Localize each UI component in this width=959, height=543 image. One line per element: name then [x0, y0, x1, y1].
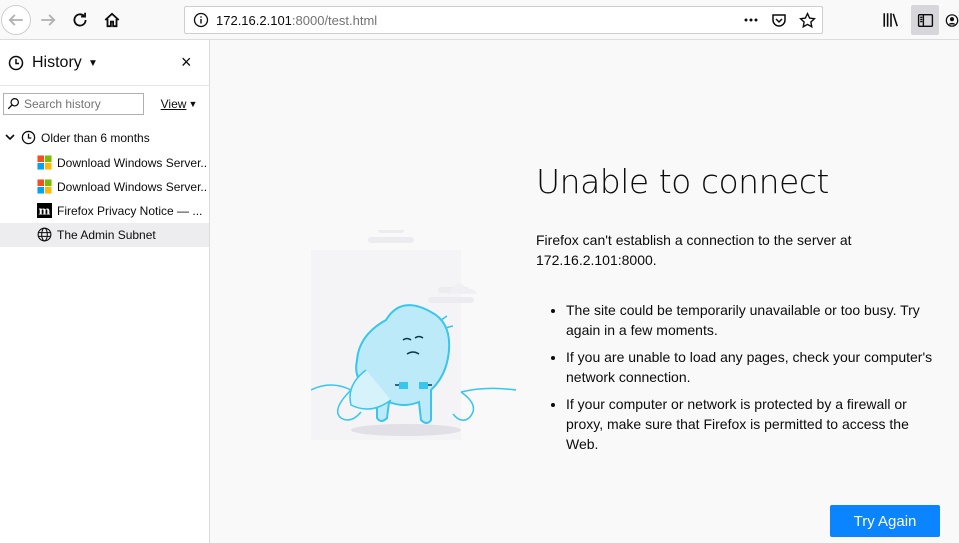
- history-item[interactable]: m Firefox Privacy Notice — ...: [0, 199, 209, 223]
- site-info-icon[interactable]: [193, 12, 209, 28]
- history-item-label: Download Windows Server...: [57, 156, 207, 170]
- history-item-label: The Admin Subnet: [57, 228, 156, 242]
- history-group[interactable]: Older than 6 months: [0, 127, 209, 149]
- history-item-label: Download Windows Server...: [57, 180, 207, 194]
- url-text[interactable]: 172.16.2.101:8000/test.html: [216, 13, 377, 28]
- mozilla-icon: m: [37, 203, 52, 218]
- reload-icon: [73, 12, 87, 27]
- bookmark-star-icon[interactable]: [798, 11, 816, 29]
- account-button[interactable]: [945, 5, 959, 35]
- url-host: 172.16.2.101: [216, 13, 292, 28]
- sidebar-title[interactable]: History: [32, 54, 82, 72]
- sidebar-toggle-button[interactable]: [911, 5, 939, 35]
- history-search-box[interactable]: [3, 93, 144, 115]
- arrow-right-icon: [41, 14, 56, 26]
- history-item[interactable]: The Admin Subnet: [0, 223, 209, 247]
- forward-button[interactable]: [33, 5, 63, 35]
- clock-icon: [8, 55, 24, 71]
- history-item[interactable]: Download Windows Server...: [0, 151, 209, 175]
- navigation-toolbar: 172.16.2.101:8000/test.html: [0, 0, 959, 40]
- reload-button[interactable]: [65, 5, 95, 35]
- svg-text:m: m: [39, 204, 51, 218]
- view-menu-button[interactable]: View ▼: [150, 93, 208, 115]
- chevron-down-icon[interactable]: [4, 131, 16, 143]
- try-again-button[interactable]: Try Again: [830, 505, 940, 537]
- search-icon: [7, 98, 19, 110]
- windows-icon: [37, 179, 52, 194]
- back-button[interactable]: [1, 5, 31, 35]
- chevron-down-icon[interactable]: ▼: [88, 58, 98, 69]
- account-icon: [945, 13, 959, 27]
- sidebar-close-button[interactable]: ×: [181, 52, 192, 73]
- page-actions-icon[interactable]: [742, 11, 760, 29]
- library-button[interactable]: [877, 5, 905, 35]
- globe-icon: [37, 227, 52, 242]
- library-icon: [883, 13, 898, 27]
- address-bar[interactable]: 172.16.2.101:8000/test.html: [184, 6, 823, 34]
- error-reason: If you are unable to load any pages, che…: [566, 347, 936, 387]
- error-page: Unable to connect Firefox can't establis…: [211, 40, 959, 543]
- arrow-left-icon: [8, 14, 23, 26]
- error-reason: The site could be temporarily unavailabl…: [566, 300, 936, 340]
- sidebar-icon: [917, 13, 933, 27]
- history-item[interactable]: Download Windows Server...: [0, 175, 209, 199]
- history-item-label: Firefox Privacy Notice — ...: [57, 204, 203, 218]
- error-description: Firefox can't establish a connection to …: [536, 232, 852, 268]
- pocket-icon[interactable]: [770, 11, 788, 29]
- home-icon: [104, 12, 120, 28]
- history-sidebar: History ▼ × View ▼ Older than 6 months D…: [0, 40, 210, 543]
- home-button[interactable]: [97, 5, 127, 35]
- group-label: Older than 6 months: [41, 131, 150, 145]
- error-reasons-list: The site could be temporarily unavailabl…: [536, 300, 936, 461]
- sidebar-header: History ▼ ×: [0, 40, 210, 86]
- error-title: Unable to connect: [536, 162, 829, 201]
- url-path: :8000/test.html: [291, 13, 378, 28]
- clock-icon: [21, 130, 36, 145]
- view-label: View: [160, 97, 187, 111]
- error-reason: If your computer or network is protected…: [566, 394, 936, 454]
- chevron-down-icon: ▼: [188, 99, 198, 109]
- windows-icon: [37, 155, 52, 170]
- search-history-input[interactable]: [22, 96, 144, 112]
- disconnected-illustration: [311, 230, 517, 440]
